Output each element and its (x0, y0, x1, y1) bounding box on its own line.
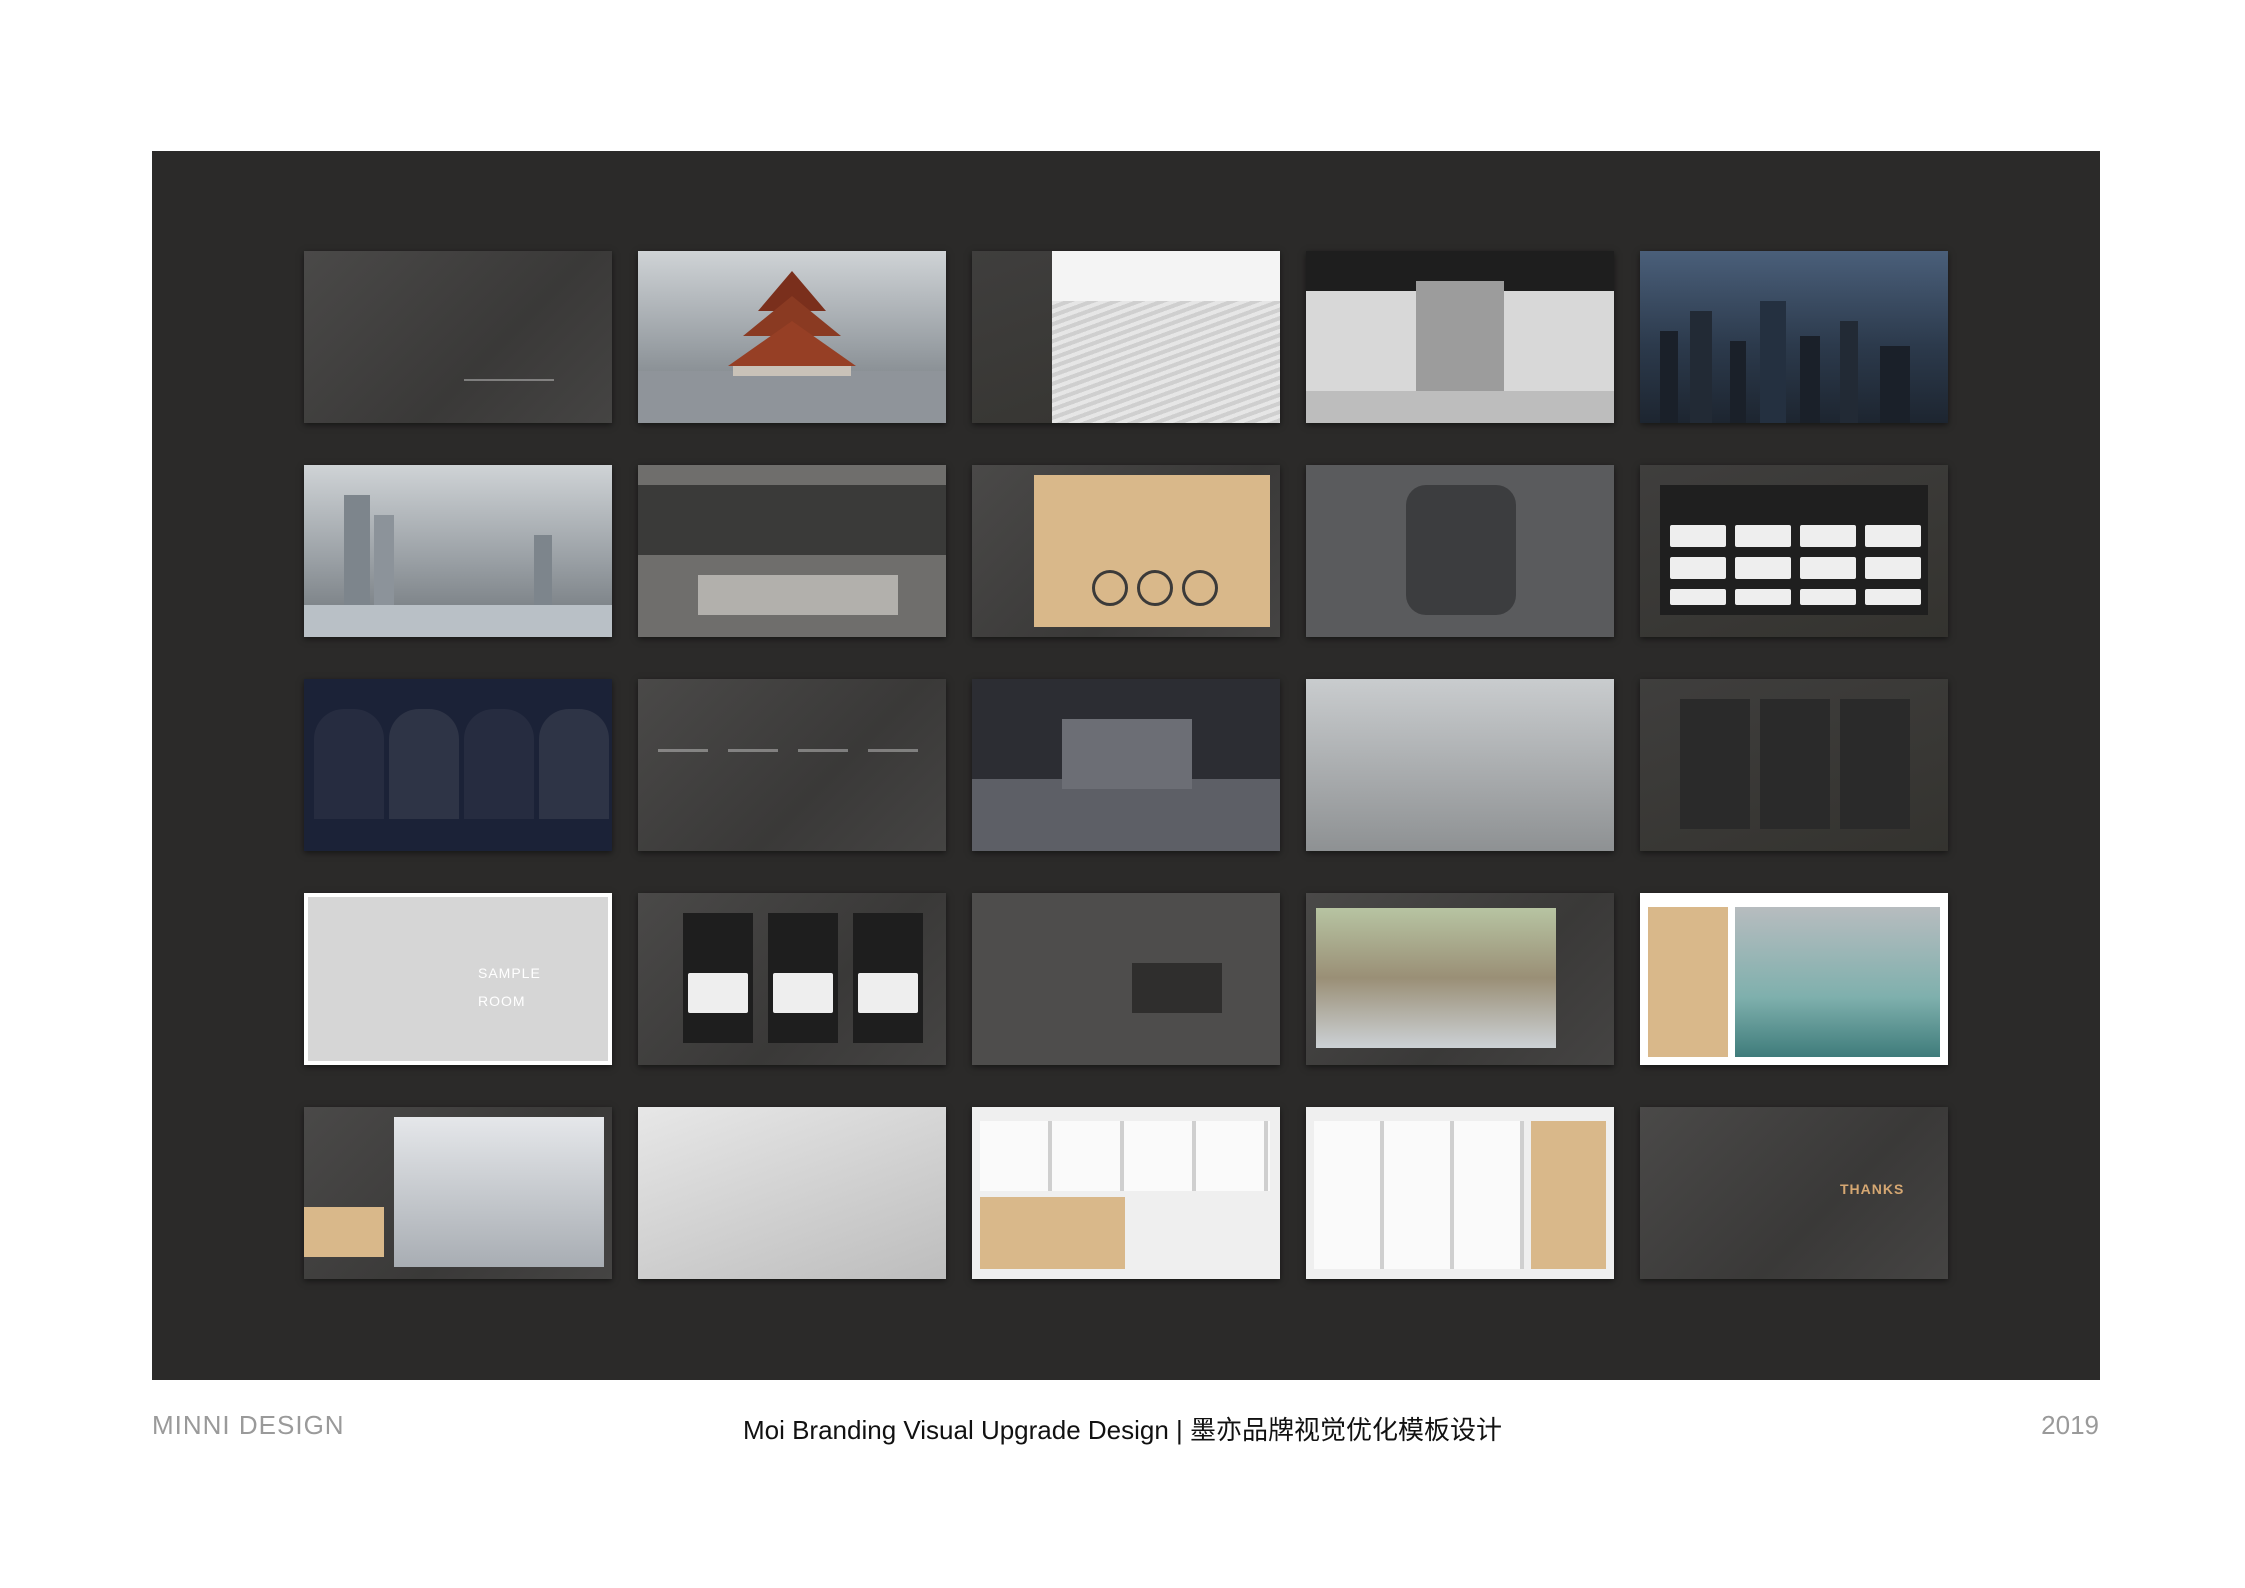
slide-partner-logos (1640, 465, 1948, 637)
presentation-board: SAMPLE ROOM THANKS (152, 151, 2100, 1380)
sample-room-line1: SAMPLE (478, 965, 541, 981)
slide-city-skyline (304, 465, 612, 637)
slide-drawing-hands (638, 1107, 946, 1279)
slide-team-portraits (304, 679, 612, 851)
slide-grid: SAMPLE ROOM THANKS (304, 251, 1948, 1279)
slide-gallery-three (1640, 679, 1948, 851)
slide-sofa-grid-left (972, 1107, 1280, 1279)
slide-text-columns (638, 679, 946, 851)
thanks-text: THANKS (1840, 1181, 1905, 1197)
slide-awards (972, 465, 1280, 637)
slide-city-night (1640, 251, 1948, 423)
slide-thanks: THANKS (1640, 1107, 1948, 1279)
sample-room-line2: ROOM (478, 993, 526, 1009)
slide-cover (304, 251, 612, 423)
footer-project-title: Moi Branding Visual Upgrade Design | 墨亦品… (742, 1415, 1503, 1445)
slide-temple-of-heaven (638, 251, 946, 423)
slide-handshake (1306, 465, 1614, 637)
temple-image (638, 271, 946, 423)
slide-sofa-grid-right (1306, 1107, 1614, 1279)
footer-year: 2019 (2041, 1410, 2099, 1440)
slide-meeting-team (304, 1107, 612, 1279)
slide-logo-cards (638, 893, 946, 1065)
slide-exhibition-hall (972, 679, 1280, 851)
slide-misty-interior (1306, 679, 1614, 851)
slide-pattern-white (972, 251, 1280, 423)
slide-sample-room: SAMPLE ROOM (304, 893, 612, 1065)
slide-showroom-interior (1306, 251, 1614, 423)
slide-pool-space (1640, 893, 1948, 1065)
slide-lounge-interior (638, 465, 946, 637)
slide-text-card (972, 893, 1280, 1065)
slide-office-aerial (1306, 893, 1614, 1065)
